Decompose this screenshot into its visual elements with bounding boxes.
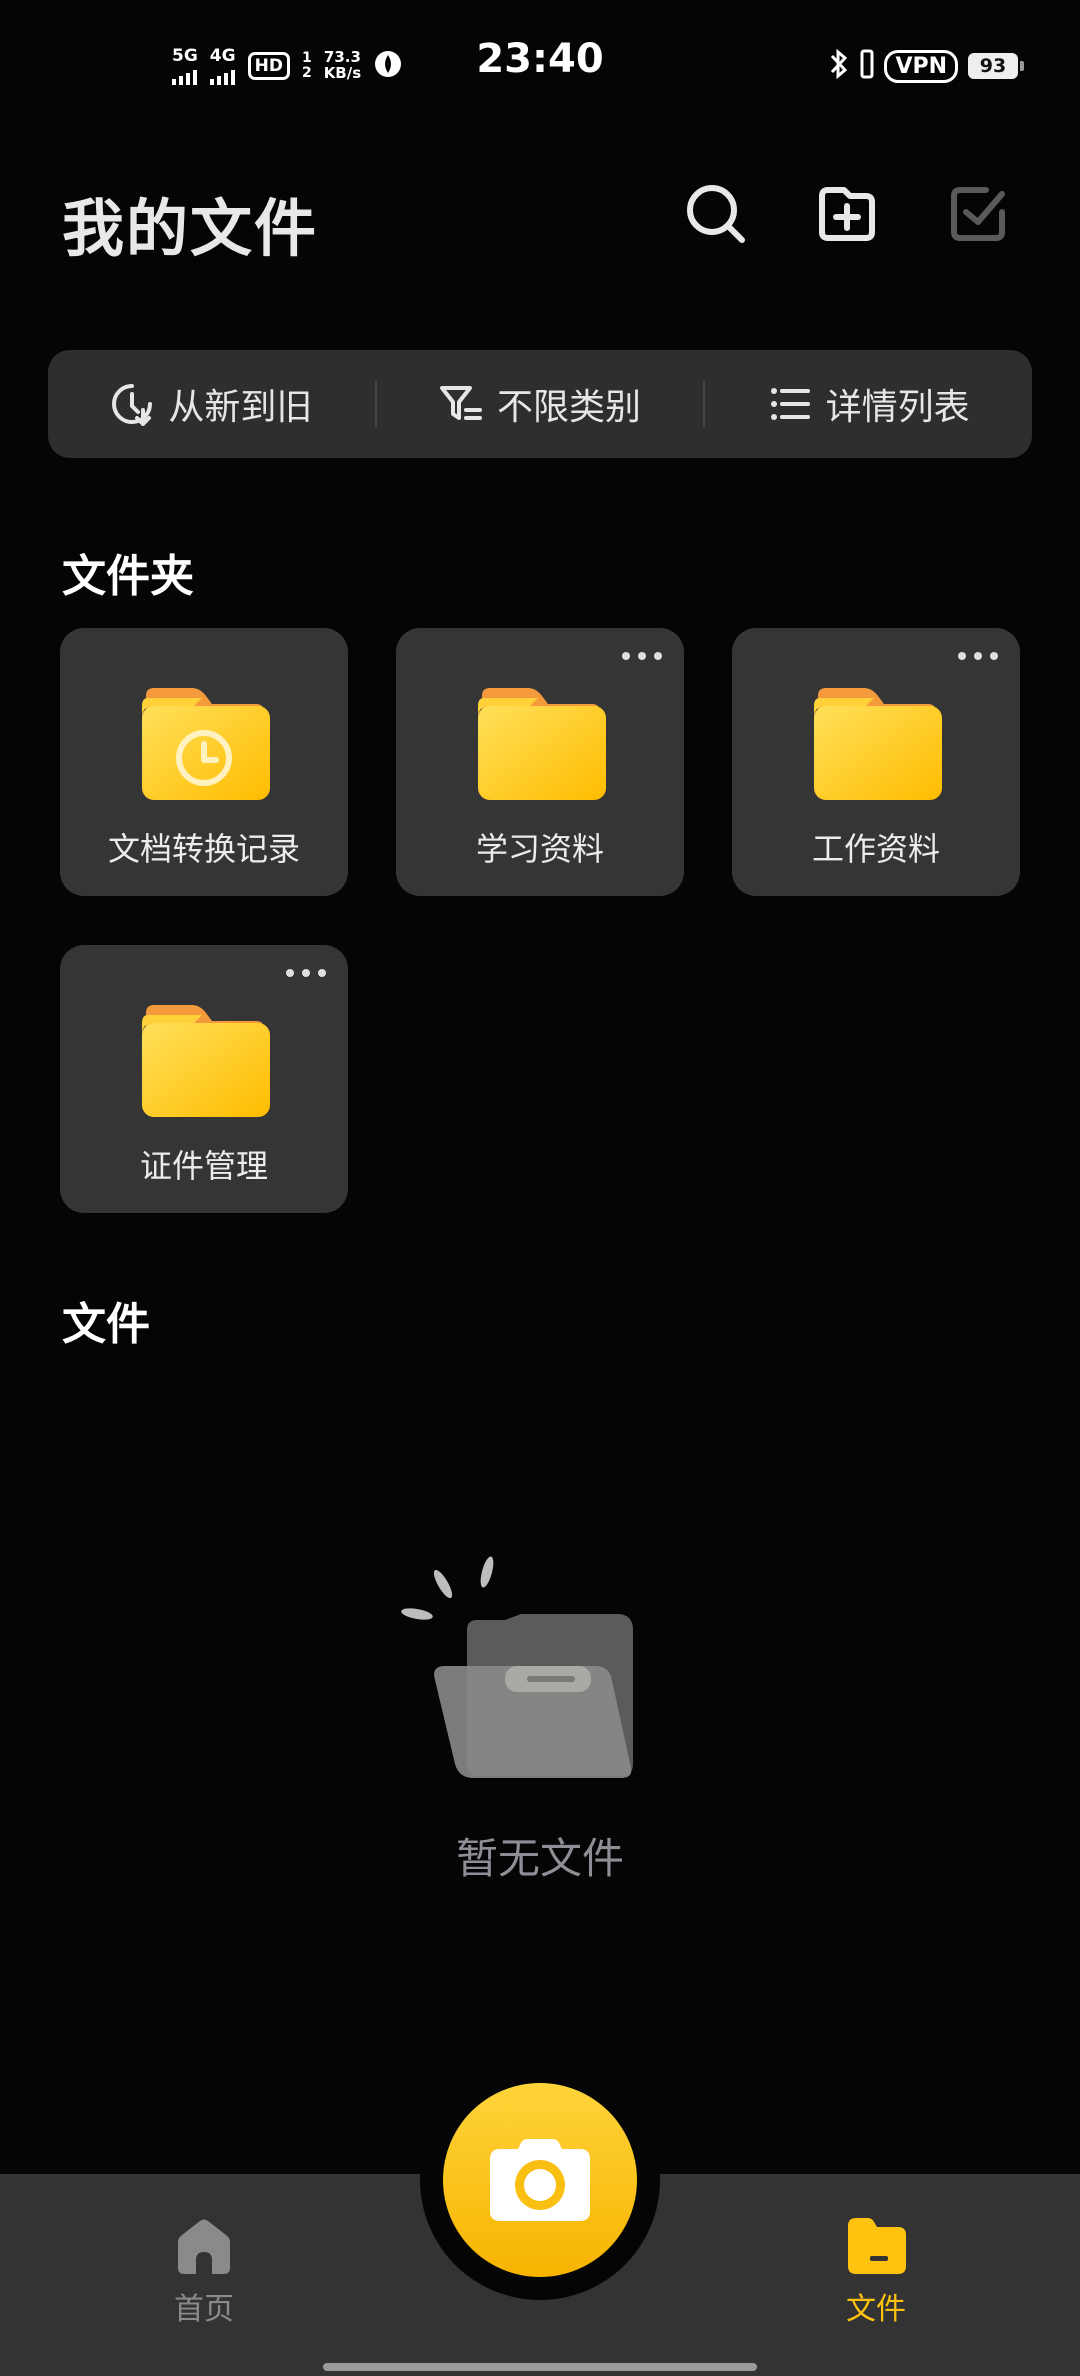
page-title: 我的文件 xyxy=(62,192,319,265)
home-indicator[interactable] xyxy=(323,2363,757,2371)
network-speed: 73.3 KB/s xyxy=(323,48,362,82)
empty-folder-illustration xyxy=(401,1556,633,1778)
add-folder-icon xyxy=(819,187,875,241)
camera-button[interactable] xyxy=(443,2083,637,2277)
folders-section-title: 文件夹 xyxy=(62,551,194,602)
filter-icon xyxy=(440,386,482,420)
folder-name: 学习资料 xyxy=(475,830,604,868)
status-bar: 5G 4G HD 1 2 73.3 KB/s 23:40 VPN 93 xyxy=(0,0,1080,130)
folder-card[interactable]: 证件管理 xyxy=(60,945,348,1213)
vpn-globe-icon xyxy=(373,49,403,83)
signal-5g: 5G xyxy=(172,47,198,85)
empty-state-text: 暂无文件 xyxy=(455,1834,624,1883)
category-filter[interactable]: 不限类别 xyxy=(377,350,704,458)
home-icon xyxy=(178,2219,230,2274)
nav-files-label: 文件 xyxy=(846,2292,906,2327)
sort-order-icon xyxy=(112,384,153,426)
battery-icon: 93 xyxy=(968,53,1024,79)
list-view-icon xyxy=(770,388,810,420)
add-folder-button[interactable] xyxy=(812,180,880,248)
vibrate-icon xyxy=(860,49,874,83)
signal-4g: 4G xyxy=(210,47,236,85)
nav-home[interactable]: 首页 xyxy=(134,2216,274,2328)
folder-name: 工作资料 xyxy=(811,830,940,868)
folder-icon xyxy=(142,1005,270,1117)
files-folder-icon xyxy=(848,2218,906,2274)
folder-icon xyxy=(814,688,942,800)
filter-bar: 从新到旧 不限类别 详情列表 xyxy=(48,350,1032,458)
folder-card[interactable]: 学习资料 xyxy=(396,628,684,896)
history-folder-icon xyxy=(142,688,270,800)
search-icon xyxy=(687,185,745,243)
signal-bars-icon xyxy=(210,65,236,85)
view-mode-label: 详情列表 xyxy=(825,387,970,428)
camera-icon xyxy=(490,2139,590,2221)
bluetooth-icon xyxy=(828,47,850,85)
select-button[interactable] xyxy=(944,180,1012,248)
category-filter-label: 不限类别 xyxy=(497,387,642,428)
folder-card[interactable]: 文档转换记录 xyxy=(60,628,348,896)
status-bar-left: 5G 4G HD 1 2 73.3 KB/s xyxy=(172,44,403,88)
select-icon xyxy=(951,187,1005,241)
hd-sim-indicator: 1 2 xyxy=(301,50,312,81)
signal-bars-icon xyxy=(172,65,198,85)
nav-home-label: 首页 xyxy=(174,2292,234,2327)
sort-filter-label: 从新到旧 xyxy=(168,387,313,428)
folder-name: 文档转换记录 xyxy=(107,830,300,868)
folder-card[interactable]: 工作资料 xyxy=(732,628,1020,896)
hd-badge: HD xyxy=(247,52,290,80)
more-options-icon[interactable] xyxy=(286,967,326,979)
nav-files[interactable]: 文件 xyxy=(806,2216,946,2328)
folder-name: 证件管理 xyxy=(139,1147,268,1185)
clock: 23:40 xyxy=(476,36,604,82)
search-button[interactable] xyxy=(682,180,750,248)
more-options-icon[interactable] xyxy=(958,650,998,662)
folder-icon xyxy=(478,688,606,800)
sort-filter[interactable]: 从新到旧 xyxy=(48,350,375,458)
files-section-title: 文件 xyxy=(62,1299,150,1350)
more-options-icon[interactable] xyxy=(622,650,662,662)
vpn-badge: VPN xyxy=(884,49,958,83)
status-bar-right: VPN 93 xyxy=(828,44,1024,88)
view-mode-filter[interactable]: 详情列表 xyxy=(705,350,1032,458)
